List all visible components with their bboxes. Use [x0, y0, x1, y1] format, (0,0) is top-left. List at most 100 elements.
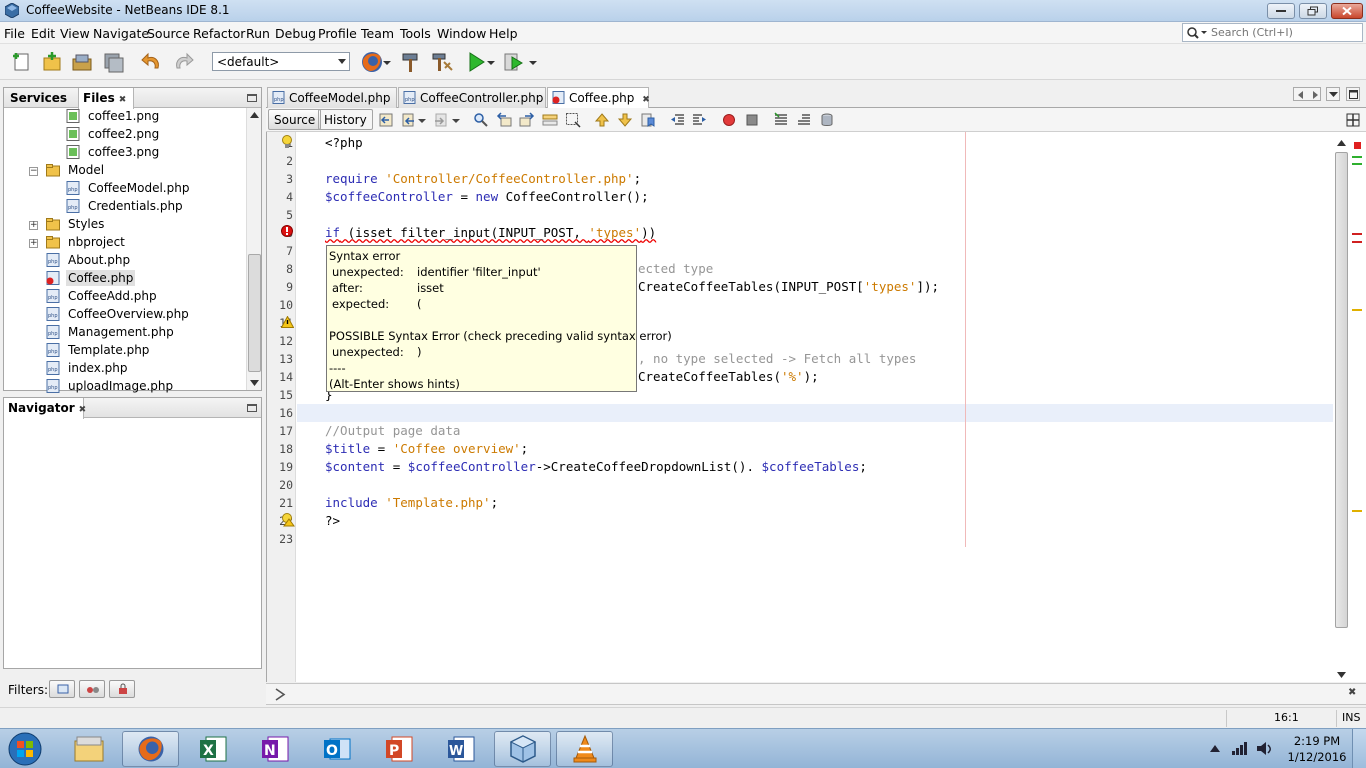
chevron-down-icon[interactable] — [382, 50, 392, 74]
last-edit-icon[interactable] — [378, 112, 394, 128]
line-number-gutter[interactable]: 1234567891011121314151617181920212223 — [267, 132, 296, 682]
scroll-up-icon[interactable] — [250, 112, 259, 118]
scroll-down-icon[interactable] — [1337, 672, 1346, 678]
expand-icon[interactable]: + — [29, 239, 38, 248]
change-mark[interactable] — [1352, 163, 1362, 165]
hint-warning-icon[interactable] — [281, 513, 295, 527]
minimize-panel-icon[interactable] — [247, 94, 257, 102]
tab-navigator[interactable]: Navigator ✖ — [4, 398, 87, 419]
tab-coffeemodel-php[interactable]: phpCoffeeModel.php ✖ — [267, 87, 406, 108]
comment-icon[interactable] — [773, 112, 789, 128]
filter-static-button[interactable] — [79, 680, 105, 698]
menu-profile[interactable]: Profile — [318, 26, 357, 41]
new-file-icon[interactable] — [10, 50, 34, 74]
maximize-window-button[interactable] — [1346, 87, 1360, 101]
menu-run[interactable]: Run — [246, 26, 270, 41]
filter-fields-button[interactable] — [49, 680, 75, 698]
split-editor-icon[interactable] — [1345, 112, 1361, 128]
database-icon[interactable] — [819, 112, 835, 128]
taskbar-vlc[interactable] — [556, 731, 613, 767]
undo-icon[interactable] — [140, 50, 164, 74]
shift-right-icon[interactable] — [692, 112, 708, 128]
scroll-thumb[interactable] — [248, 254, 261, 372]
rectangular-selection-icon[interactable] — [565, 112, 581, 128]
clean-build-icon[interactable] — [430, 50, 454, 74]
menu-help[interactable]: Help — [489, 26, 518, 41]
build-hammer-icon[interactable] — [399, 50, 423, 74]
taskbar-word[interactable]: W — [432, 731, 489, 767]
warning-icon[interactable] — [281, 316, 294, 328]
tree-item[interactable]: coffee2.png — [66, 127, 161, 145]
tree-item[interactable]: php CoffeeOverview.php — [46, 307, 191, 325]
tree-item[interactable]: php CoffeeModel.php — [66, 181, 191, 199]
tree-item[interactable]: php Template.php — [46, 343, 151, 361]
start-macro-recording-icon[interactable] — [721, 112, 737, 128]
menu-source[interactable]: Source — [147, 26, 190, 41]
shift-left-icon[interactable] — [669, 112, 685, 128]
close-icon[interactable]: ✖ — [79, 405, 87, 415]
firefox-browser-icon[interactable] — [360, 50, 384, 74]
find-next-icon[interactable] — [519, 112, 535, 128]
find-previous-icon[interactable] — [496, 112, 512, 128]
history-view-button[interactable]: History — [318, 109, 373, 130]
minimize-button[interactable] — [1267, 3, 1295, 19]
configuration-select[interactable]: <default> — [212, 52, 350, 71]
change-mark[interactable] — [1352, 156, 1362, 158]
toggle-highlight-icon[interactable] — [542, 112, 558, 128]
open-project-icon[interactable] — [70, 50, 94, 74]
error-stripe[interactable] — [1350, 136, 1365, 682]
scroll-up-icon[interactable] — [1337, 140, 1346, 146]
show-hidden-icons-icon[interactable] — [1210, 745, 1220, 752]
find-selection-icon[interactable] — [473, 112, 489, 128]
chevron-down-icon[interactable] — [528, 50, 538, 74]
error-icon[interactable] — [281, 225, 293, 237]
menu-edit[interactable]: Edit — [31, 26, 55, 41]
taskbar-outlook[interactable]: O — [308, 731, 365, 767]
uncomment-icon[interactable] — [796, 112, 812, 128]
menu-debug[interactable]: Debug — [275, 26, 316, 41]
volume-icon[interactable] — [1256, 741, 1274, 756]
run-project-icon[interactable] — [464, 50, 488, 74]
code-editor[interactable]: 1234567891011121314151617181920212223 <?… — [266, 132, 1366, 682]
system-clock[interactable]: 2:19 PM 1/12/2016 — [1286, 733, 1348, 765]
save-all-icon[interactable] — [101, 50, 125, 74]
tree-item[interactable]: Styles — [46, 217, 106, 235]
chevron-down-icon[interactable] — [486, 50, 496, 74]
warning-mark[interactable] — [1352, 309, 1362, 311]
filter-private-button[interactable] — [109, 680, 135, 698]
stop-macro-recording-icon[interactable] — [744, 112, 760, 128]
tree-item[interactable]: php CoffeeAdd.php — [46, 289, 159, 307]
taskbar-powerpoint[interactable]: P — [370, 731, 427, 767]
tab-services[interactable]: Services — [6, 88, 78, 108]
scroll-down-icon[interactable] — [250, 380, 259, 386]
menu-window[interactable]: Window — [437, 26, 486, 41]
menu-team[interactable]: Team — [361, 26, 394, 41]
chevron-down-icon[interactable] — [452, 112, 460, 128]
restore-button[interactable] — [1299, 3, 1327, 19]
menu-file[interactable]: File — [4, 26, 25, 41]
chevron-right-icon[interactable] — [274, 688, 286, 701]
scroll-tabs-buttons[interactable] — [1293, 87, 1321, 101]
minimize-panel-icon[interactable] — [247, 404, 257, 412]
start-button[interactable] — [0, 731, 50, 767]
menu-navigate[interactable]: Navigate — [93, 26, 149, 41]
redo-icon[interactable] — [171, 50, 195, 74]
network-signal-icon[interactable] — [1231, 741, 1249, 755]
toggle-bookmark-icon[interactable] — [640, 112, 656, 128]
collapse-icon[interactable]: − — [29, 167, 38, 176]
debug-project-icon[interactable] — [502, 50, 526, 74]
error-summary-mark[interactable] — [1354, 142, 1361, 149]
tree-item[interactable]: php index.php — [46, 361, 129, 379]
tree-item[interactable]: php Credentials.php — [66, 199, 185, 217]
close-icon[interactable]: ✖ — [119, 95, 127, 105]
menu-view[interactable]: View — [60, 26, 90, 41]
error-mark[interactable] — [1352, 233, 1362, 235]
search-input[interactable] — [1211, 25, 1359, 40]
show-opened-documents-button[interactable] — [1326, 87, 1340, 101]
tree-item[interactable]: coffee1.png — [66, 109, 161, 127]
warning-mark[interactable] — [1352, 510, 1362, 512]
taskbar-virtualbox[interactable] — [494, 731, 551, 767]
files-scrollbar[interactable] — [246, 108, 261, 390]
source-view-button[interactable]: Source — [268, 109, 322, 130]
close-icon[interactable]: ✖ — [642, 95, 650, 105]
